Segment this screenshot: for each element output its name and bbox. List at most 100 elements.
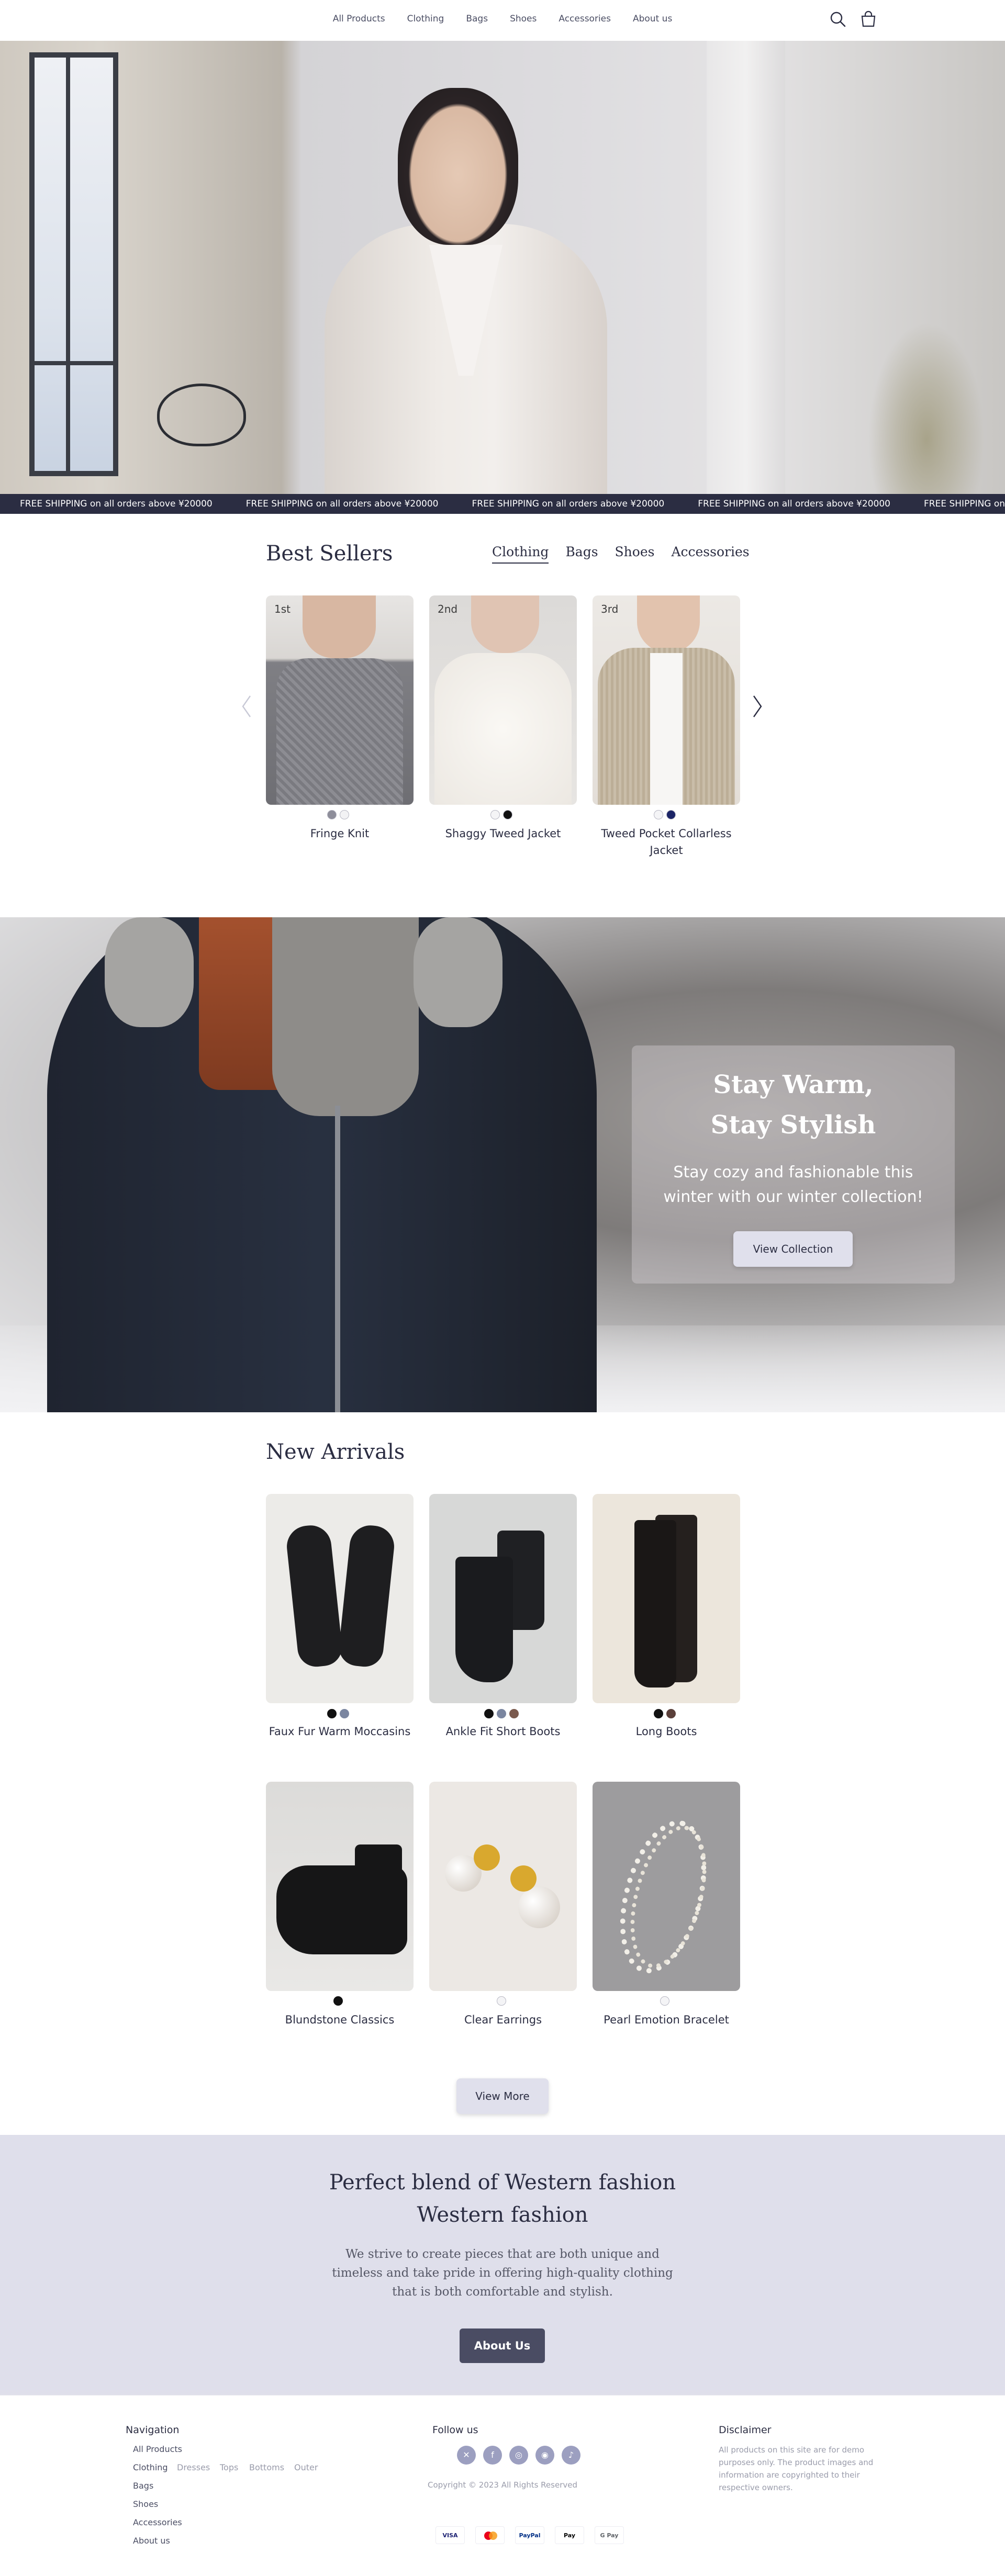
about-us-button[interactable]: About Us	[460, 2328, 545, 2363]
banner-glove-left	[105, 917, 194, 1027]
color-swatch[interactable]	[327, 810, 337, 819]
mastercard-circle	[489, 2532, 497, 2540]
rank-badge: 3rd	[601, 603, 619, 615]
nav-shoes[interactable]: Shoes	[510, 14, 537, 24]
color-swatch[interactable]	[497, 1996, 506, 2006]
footer-link-about-us[interactable]: About us	[133, 2536, 170, 2546]
product-name[interactable]: Pearl Emotion Bracelet	[588, 2012, 745, 2029]
search-icon[interactable]	[829, 10, 847, 28]
product-name[interactable]: Tweed Pocket Collarless Jacket	[588, 826, 745, 859]
best-sellers-tabs: Clothing Bags Shoes Accessories	[492, 544, 750, 564]
color-swatch[interactable]	[497, 1709, 506, 1718]
promo-text: Stay cozy and fashionable this winter wi…	[663, 1163, 923, 1206]
about-title: Perfect blend of Western fashion Western…	[0, 2166, 1005, 2231]
hero-plant	[864, 313, 989, 494]
marquee-text: FREE SHIPPING on all orders above ¥20000	[924, 499, 1005, 509]
boot-front	[634, 1520, 676, 1688]
cart-icon[interactable]	[859, 10, 877, 28]
boot-shaft	[355, 1844, 402, 1886]
product-name[interactable]: Blundstone Classics	[261, 2012, 418, 2029]
nav-bags[interactable]: Bags	[466, 14, 488, 24]
color-swatch[interactable]	[490, 810, 500, 819]
nav-about-us[interactable]: About us	[633, 14, 672, 24]
tab-accessories[interactable]: Accessories	[671, 544, 749, 564]
model-face	[303, 595, 376, 658]
moccasin-left	[285, 1523, 344, 1669]
banner-model-sweater	[272, 917, 419, 1116]
footer-link-outer[interactable]: Outer	[294, 2462, 318, 2472]
carousel-prev-icon[interactable]	[240, 694, 253, 719]
boot-front	[455, 1557, 513, 1682]
footer-link-bottoms[interactable]: Bottoms	[249, 2462, 284, 2472]
product-image-fringe-knit[interactable]: 1st	[266, 595, 414, 805]
footer-link-dresses[interactable]: Dresses	[177, 2462, 210, 2472]
about-title-line1: Perfect blend of Western fashion	[329, 2170, 676, 2195]
product-image-moccasins[interactable]	[266, 1494, 414, 1703]
x-icon[interactable]: ✕	[457, 2446, 476, 2465]
product-image-tweed-pocket-jacket[interactable]: 3rd	[593, 595, 740, 805]
color-swatch[interactable]	[340, 1709, 349, 1718]
earring-pearl	[518, 1886, 560, 1928]
product-name[interactable]: Fringe Knit	[261, 826, 418, 842]
color-swatch[interactable]	[666, 1709, 676, 1718]
color-swatch[interactable]	[654, 810, 663, 819]
color-swatches	[490, 810, 512, 819]
color-swatch[interactable]	[327, 1709, 337, 1718]
paypal-icon: PayPal	[515, 2526, 544, 2544]
about-text: We strive to create pieces that are both…	[332, 2247, 673, 2299]
best-sellers-title: Best Sellers	[266, 542, 393, 566]
footer-link-accessories[interactable]: Accessories	[133, 2517, 182, 2527]
product-image-pearl-bracelet[interactable]	[593, 1782, 740, 1991]
facebook-icon[interactable]: f	[483, 2446, 502, 2465]
footer-disclaimer-title: Disclaimer	[719, 2424, 772, 2436]
product-image-shaggy-tweed-jacket[interactable]: 2nd	[429, 595, 577, 805]
color-swatch[interactable]	[654, 1709, 663, 1718]
color-swatches	[484, 1709, 519, 1718]
footer-link-all-products[interactable]: All Products	[133, 2444, 182, 2454]
instagram-icon[interactable]: ◎	[509, 2446, 528, 2465]
promo-title: Stay Warm, Stay Stylish	[632, 1065, 955, 1145]
view-more-button[interactable]: View More	[456, 2078, 549, 2114]
tab-clothing[interactable]: Clothing	[492, 544, 549, 564]
payment-methods: VISA PayPal Pay G Pay	[436, 2526, 624, 2544]
social-links: ✕ f ◎ ◉ ♪	[457, 2446, 580, 2465]
hero-column	[707, 41, 785, 494]
marquee-text: FREE SHIPPING on all orders above ¥20000	[20, 499, 213, 509]
product-name[interactable]: Ankle Fit Short Boots	[425, 1724, 582, 1740]
footer-link-shoes[interactable]: Shoes	[133, 2499, 158, 2509]
banner-glove-right	[414, 917, 502, 1027]
visa-icon: VISA	[436, 2526, 465, 2544]
product-image-long-boots[interactable]	[593, 1494, 740, 1703]
hero-chair	[157, 384, 246, 446]
tab-shoes[interactable]: Shoes	[615, 544, 655, 564]
product-name[interactable]: Long Boots	[588, 1724, 745, 1740]
color-swatch[interactable]	[503, 810, 512, 819]
product-name[interactable]: Faux Fur Warm Moccasins	[261, 1724, 418, 1740]
nav-accessories[interactable]: Accessories	[559, 14, 611, 24]
view-collection-button[interactable]: View Collection	[733, 1231, 853, 1267]
footer-link-tops[interactable]: Tops	[220, 2462, 238, 2472]
color-swatches	[654, 810, 676, 819]
promo-title-line2: Stay Stylish	[710, 1110, 876, 1140]
product-image-ankle-boots[interactable]	[429, 1494, 577, 1703]
color-swatch[interactable]	[509, 1709, 519, 1718]
carousel-next-icon[interactable]	[751, 694, 764, 719]
nav-all-products[interactable]: All Products	[333, 14, 385, 24]
color-swatch[interactable]	[484, 1709, 494, 1718]
product-name[interactable]: Clear Earrings	[425, 2012, 582, 2029]
color-swatch[interactable]	[333, 1996, 343, 2006]
pinterest-icon[interactable]: ◉	[535, 2446, 554, 2465]
product-name[interactable]: Shaggy Tweed Jacket	[425, 826, 582, 842]
tiktok-icon[interactable]: ♪	[562, 2446, 580, 2465]
nav-clothing[interactable]: Clothing	[407, 14, 444, 24]
product-image-clear-earrings[interactable]	[429, 1782, 577, 1991]
tab-bags[interactable]: Bags	[565, 544, 598, 564]
color-swatch[interactable]	[340, 810, 349, 819]
product-image-blundstone[interactable]	[266, 1782, 414, 1991]
footer-link-clothing[interactable]: Clothing	[133, 2462, 168, 2472]
color-swatch[interactable]	[660, 1996, 669, 2006]
hero-window	[29, 52, 118, 476]
color-swatch[interactable]	[666, 810, 676, 819]
moccasin-right	[337, 1523, 396, 1669]
about-title-line2: Western fashion	[417, 2203, 588, 2227]
